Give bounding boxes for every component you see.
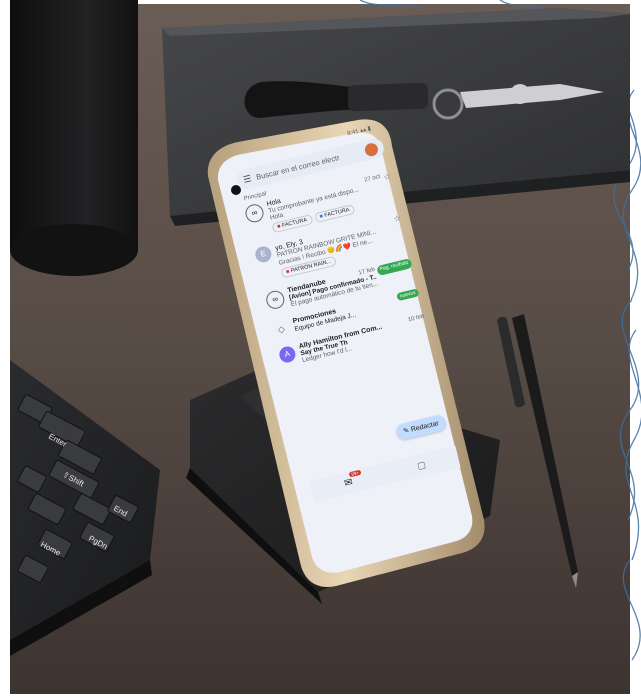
sender-icon: ∞ (243, 202, 266, 225)
meet-nav-item[interactable]: ▢ (416, 459, 427, 472)
avatar-letter: A (277, 344, 298, 365)
unread-badge: 99+ (348, 469, 362, 477)
menu-icon[interactable]: ☰ (242, 173, 252, 186)
tag-icon: ◇ (276, 323, 286, 335)
pencil-icon: ✎ (402, 427, 411, 436)
sender-icon: ∞ (264, 288, 287, 311)
bottom-nav: ✉ 99+ ▢ (309, 445, 461, 503)
mail-nav-item[interactable]: ✉ 99+ (343, 469, 362, 489)
compose-label: Redactar (410, 420, 440, 434)
avatar-letter: E (253, 244, 274, 264)
photo-scene: Enter ⇧Shift Home PgDn End 9:41 ▴▴ ▮ ☰ B… (0, 0, 641, 698)
speaker-cylinder (10, 0, 138, 276)
compose-button[interactable]: ✎ Redactar (394, 413, 448, 441)
status-badge: Pag. recibido (376, 258, 413, 277)
